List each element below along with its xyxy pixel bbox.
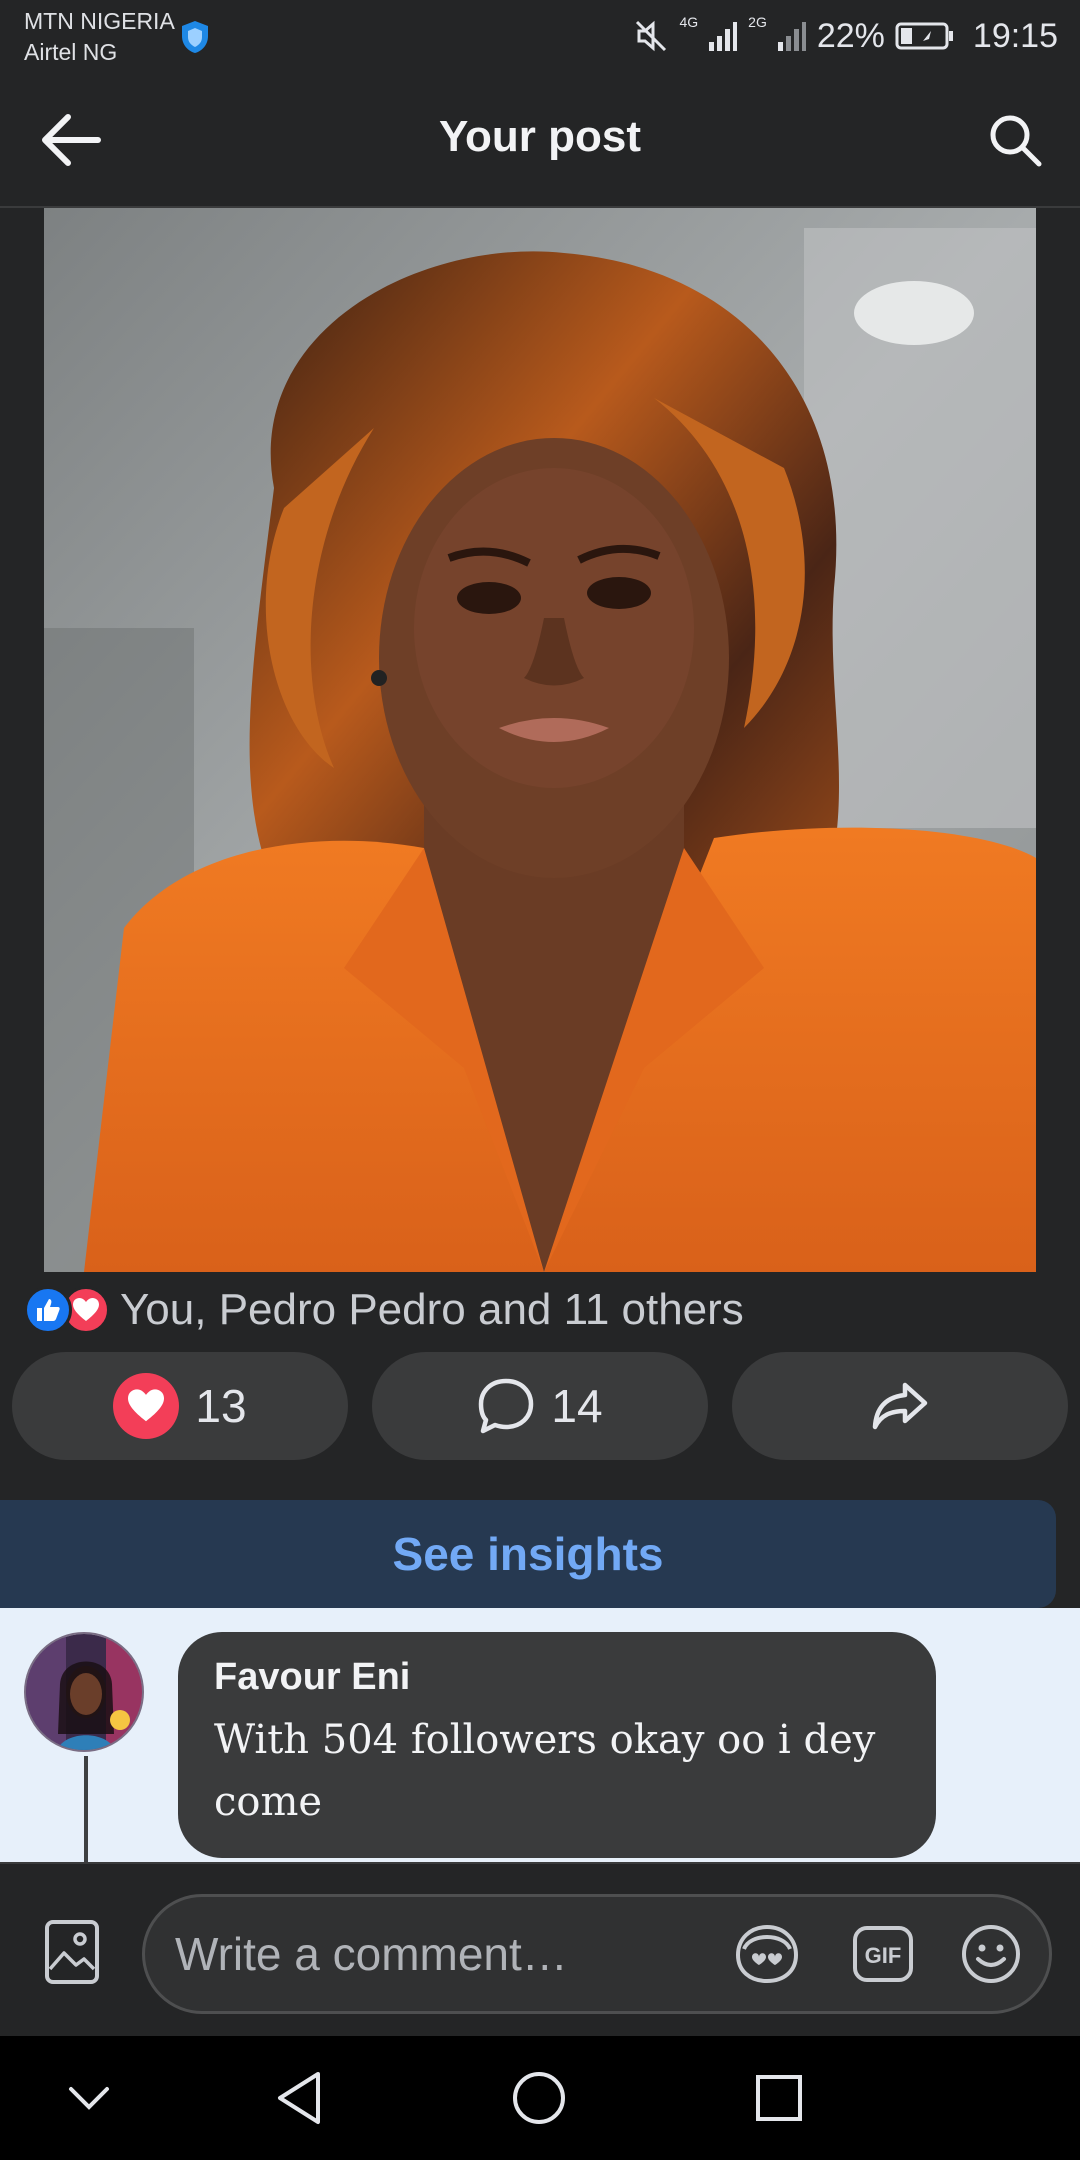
gif-label: GIF (865, 1943, 902, 1968)
nav-home-button[interactable] (494, 2058, 584, 2138)
comment-input[interactable] (175, 1919, 715, 1989)
chevron-down-icon (69, 2087, 109, 2110)
see-insights-button[interactable]: See insights (0, 1500, 1056, 1608)
emoji-icon (962, 1925, 1020, 1983)
add-photo-button[interactable] (34, 1914, 110, 1990)
emoji-button[interactable] (953, 1919, 1029, 1989)
signal-icon (709, 22, 738, 51)
see-insights-label: See insights (392, 1528, 664, 1580)
network-1-label: 4G (679, 14, 699, 30)
carrier-info: MTN NIGERIA Airtel NG (24, 6, 208, 68)
triangle-back-icon (278, 2072, 320, 2124)
battery-icon (895, 22, 953, 50)
react-button[interactable]: 13 (12, 1352, 348, 1460)
comment-icon (479, 1378, 534, 1434)
comment-thread: Favour Eni With 504 followers okay oo i … (0, 1608, 1080, 1862)
comment-bubble[interactable]: Favour Eni With 504 followers okay oo i … (178, 1632, 936, 1858)
page-title: Your post (438, 112, 642, 161)
status-indicators: 4G 2G 22% 19:15 (633, 12, 1058, 60)
portrait-illustration (44, 208, 1036, 1272)
shield-icon (182, 21, 208, 53)
avatar[interactable] (24, 1632, 144, 1752)
status-bar: MTN NIGERIA Airtel NG 4G 2G 22% 19:15 (0, 0, 1080, 72)
search-icon (990, 115, 1042, 167)
comments-count: 14 (551, 1380, 603, 1432)
sticker-icon (735, 1924, 799, 1984)
reactions-text: You, Pedro Pedro and 11 others (120, 1285, 744, 1334)
square-recents-icon (756, 2075, 802, 2121)
share-icon (872, 1382, 928, 1430)
search-button[interactable] (980, 108, 1050, 172)
post-screen: MTN NIGERIA Airtel NG 4G 2G 22% 19:15 Yo… (0, 0, 1080, 2160)
like-reaction-icon (24, 1286, 72, 1334)
reactions-count: 13 (195, 1380, 247, 1432)
mute-icon (636, 20, 667, 52)
comment-author[interactable]: Favour Eni (214, 1656, 900, 1699)
circle-home-icon (513, 2072, 565, 2124)
gif-icon: GIF (853, 1926, 913, 1982)
nav-back-button[interactable] (254, 2058, 344, 2138)
photo-icon (45, 1920, 99, 1984)
comment-button[interactable]: 14 (372, 1352, 708, 1460)
sticker-button[interactable] (729, 1919, 805, 1989)
comment-input-container: GIF (142, 1894, 1052, 2014)
battery-percent: 22% (816, 16, 885, 55)
love-icon (113, 1373, 180, 1439)
avatar-photo (26, 1634, 142, 1750)
clock: 19:15 (972, 16, 1058, 55)
nav-recents-button[interactable] (734, 2058, 824, 2138)
network-2-label: 2G (748, 14, 767, 30)
thread-line (84, 1756, 88, 1862)
reactions-summary[interactable]: You, Pedro Pedro and 11 others (24, 1282, 744, 1338)
comment-composer: GIF (0, 1862, 1080, 2036)
comment-text: With 504 followers okay oo i dey come (214, 1717, 876, 1825)
carrier-secondary: Airtel NG (24, 39, 118, 65)
post-photo[interactable] (44, 208, 1036, 1272)
share-button[interactable] (732, 1352, 1068, 1460)
carrier-primary: MTN NIGERIA (24, 8, 175, 34)
nav-collapse-button[interactable] (44, 2058, 134, 2138)
gif-button[interactable]: GIF (845, 1919, 921, 1989)
signal-icon-2 (777, 22, 806, 51)
system-nav-bar (0, 2036, 1080, 2160)
header: Your post (0, 72, 1080, 208)
